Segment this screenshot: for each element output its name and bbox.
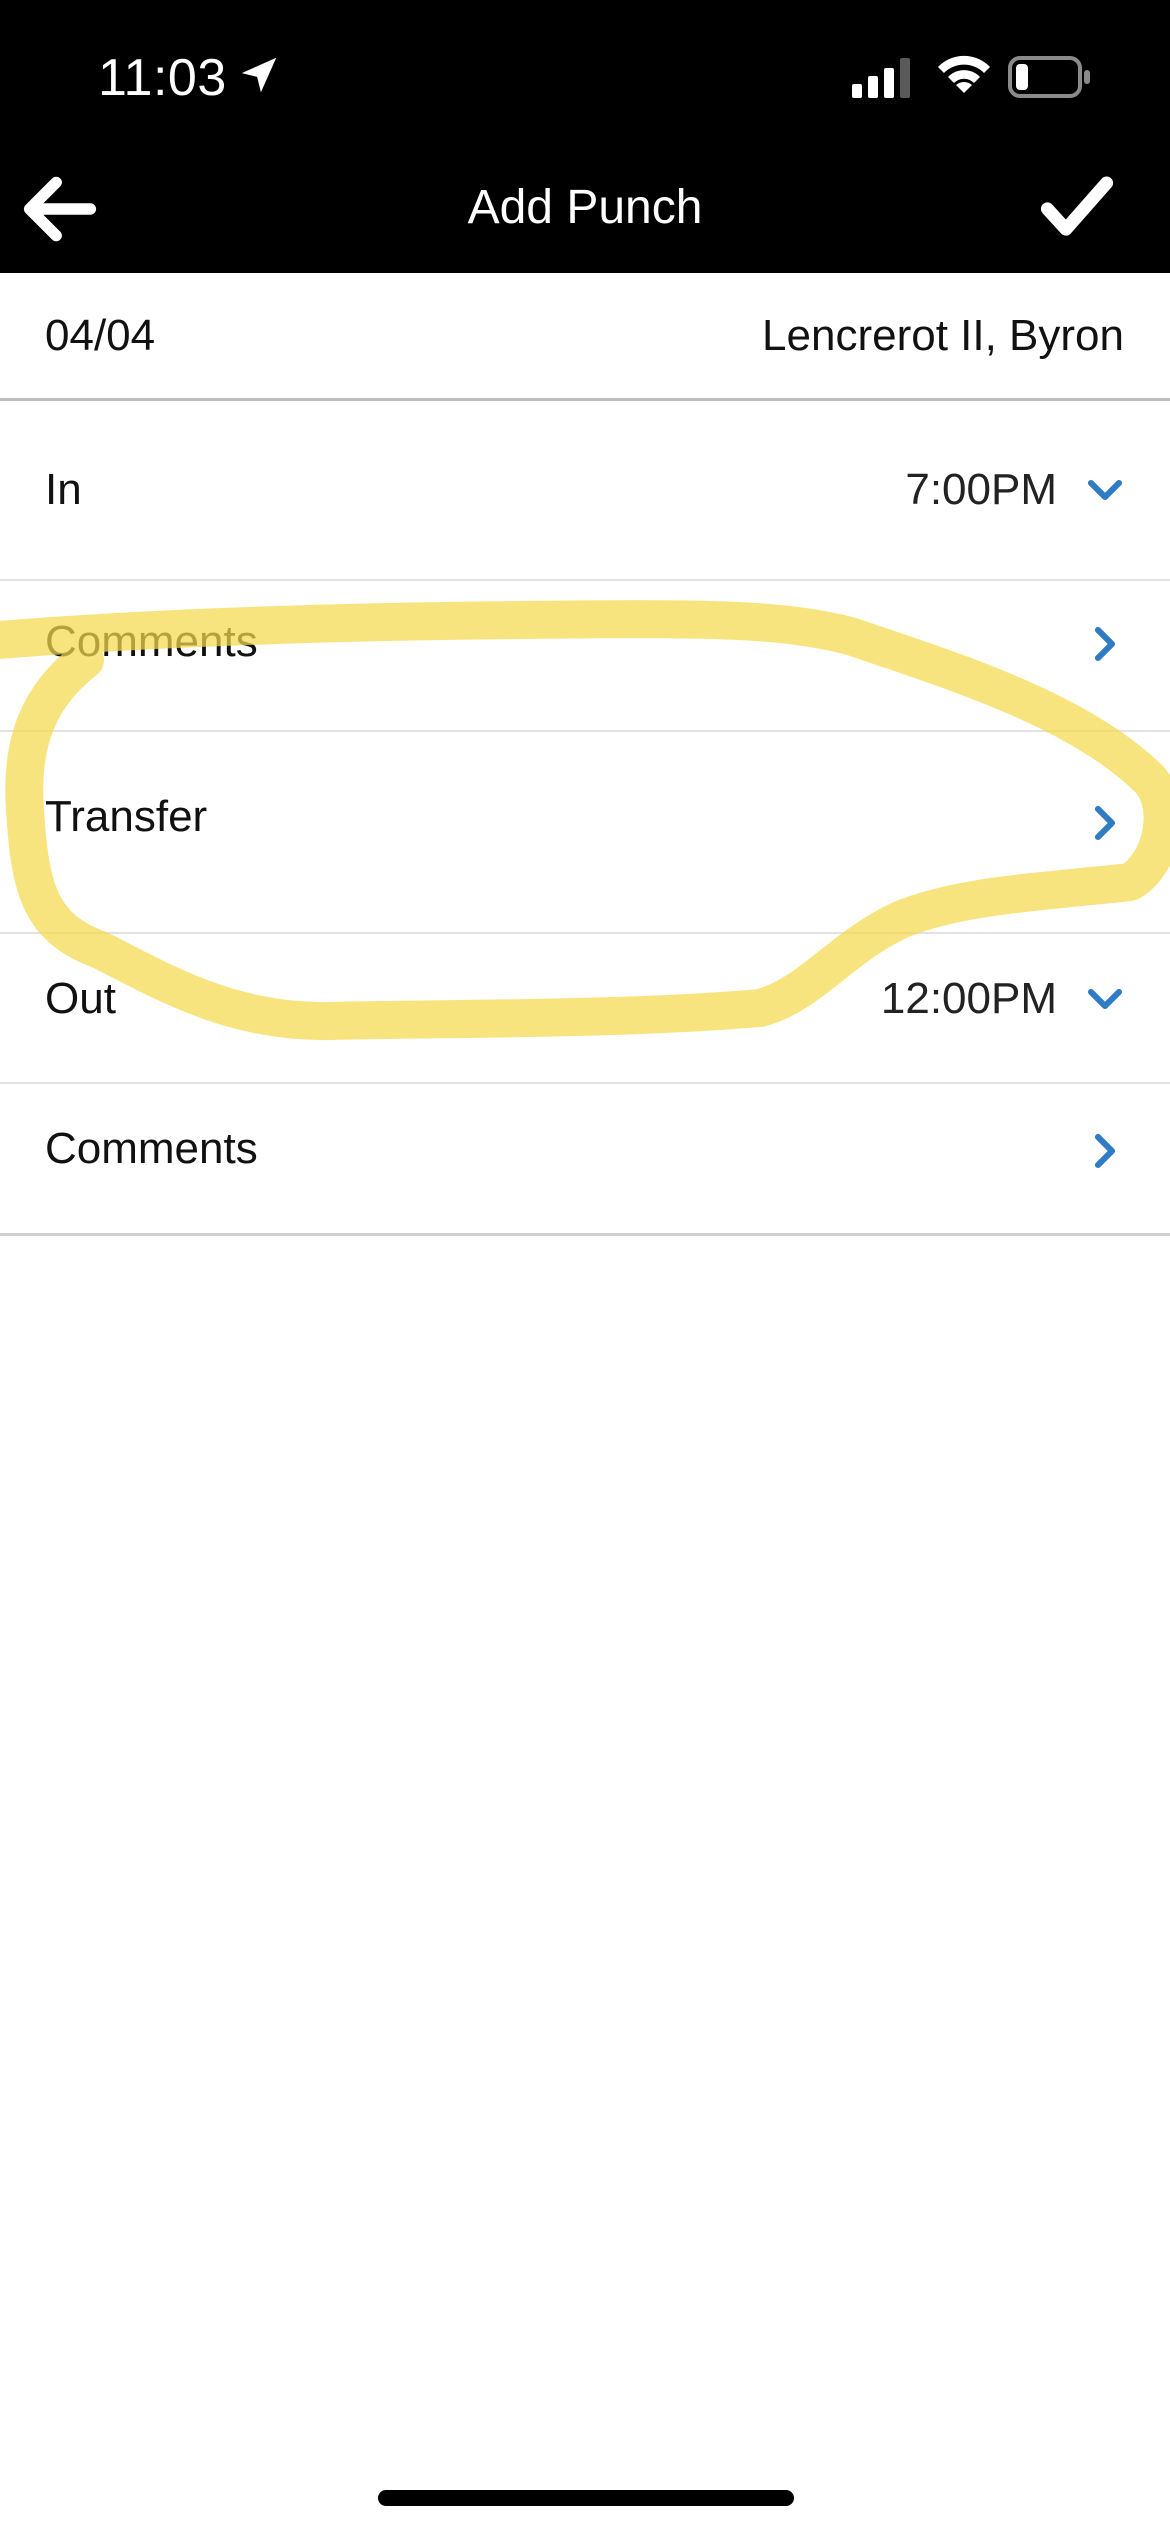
punch-out-label: Out: [45, 974, 116, 1023]
chevron-down-icon[interactable]: [1084, 978, 1126, 1020]
punch-out-comments-row[interactable]: Comments: [0, 1084, 1170, 1236]
punch-out-row[interactable]: Out 12:00PM: [0, 934, 1170, 1084]
transfer-label: Transfer: [45, 792, 208, 841]
chevron-right-icon[interactable]: [1084, 1130, 1126, 1172]
battery-icon: [1008, 56, 1090, 98]
punch-in-comments-label: Comments: [45, 617, 258, 666]
chevron-right-icon[interactable]: [1084, 623, 1126, 665]
punch-info-header: 04/04 Lencrerot II, Byron: [0, 273, 1170, 401]
punch-in-time: 7:00PM: [905, 465, 1057, 514]
transfer-row[interactable]: Transfer: [0, 732, 1170, 934]
wifi-icon: [938, 55, 990, 93]
home-indicator[interactable]: [378, 2490, 794, 2506]
punch-out-comments-label: Comments: [45, 1124, 258, 1173]
punch-in-row[interactable]: In 7:00PM: [0, 401, 1170, 581]
chevron-right-icon[interactable]: [1084, 802, 1126, 844]
punch-in-label: In: [45, 465, 82, 514]
status-bar: 11:03: [0, 0, 1170, 150]
add-punch-screen: 11:03 Add Punch 04/04 Lencrerot II, Byro…: [0, 0, 1170, 2532]
punch-date: 04/04: [45, 311, 156, 360]
punch-in-comments-row[interactable]: Comments: [0, 581, 1170, 732]
cellular-signal-icon: [852, 58, 910, 98]
employee-name: Lencrerot II, Byron: [762, 311, 1124, 360]
page-title: Add Punch: [467, 181, 703, 234]
navigation-bar: Add Punch: [0, 150, 1170, 273]
location-arrow-icon: [241, 57, 277, 93]
checkmark-icon[interactable]: [1040, 172, 1114, 242]
punch-out-time: 12:00PM: [880, 974, 1057, 1023]
chevron-down-icon[interactable]: [1084, 469, 1126, 511]
status-time: 11:03: [98, 49, 227, 107]
